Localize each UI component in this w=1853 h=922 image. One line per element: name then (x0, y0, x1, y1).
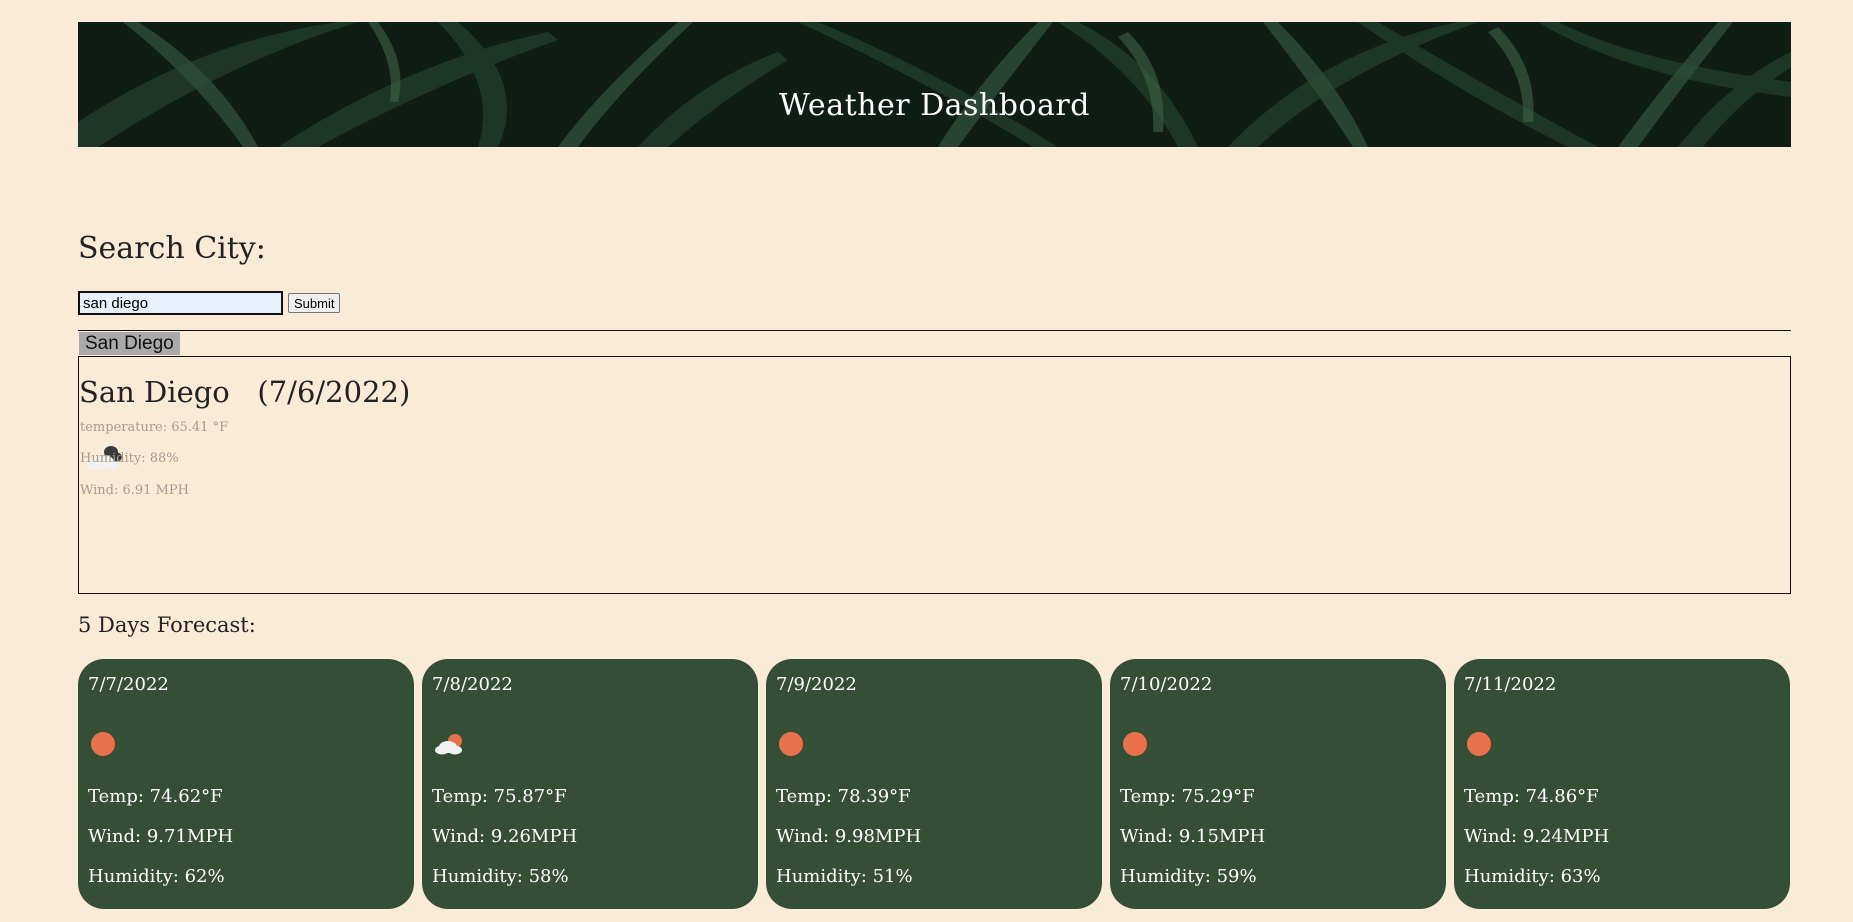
partly-cloudy-icon (435, 734, 462, 755)
forecast-date: 7/8/2022 (432, 674, 513, 695)
sun-icon (91, 732, 115, 756)
current-city-title: San Diego (7/6/2022) (79, 375, 411, 409)
banner-foliage-image (78, 22, 1791, 147)
forecast-date: 7/11/2022 (1464, 674, 1557, 695)
forecast-wind: Wind: 9.71MPH (88, 826, 234, 847)
forecast-wind: Wind: 9.26MPH (432, 826, 578, 847)
page-title: Weather Dashboard (779, 88, 1090, 123)
current-wind: Wind: 6.91 MPH (80, 483, 189, 498)
sun-icon (779, 732, 803, 756)
forecast-humidity: Humidity: 62% (88, 866, 225, 887)
forecast-card: 7/8/2022 Temp: 75.87°F Wind: 9.26MPH Hum… (422, 659, 758, 909)
current-humidity: Humidity: 88% (80, 451, 179, 466)
forecast-card: 7/9/2022 Temp: 78.39°F Wind: 9.98MPH Hum… (766, 659, 1102, 909)
current-temperature: temperature: 65.41 °F (80, 420, 229, 435)
forecast-date: 7/7/2022 (88, 674, 169, 695)
search-input[interactable] (78, 291, 283, 315)
sun-icon (1123, 732, 1147, 756)
forecast-temp: Temp: 75.87°F (432, 786, 567, 807)
forecast-label: 5 Days Forecast: (78, 613, 256, 637)
forecast-wind: Wind: 9.24MPH (1464, 826, 1610, 847)
forecast-wind: Wind: 9.15MPH (1120, 826, 1266, 847)
forecast-humidity: Humidity: 63% (1464, 866, 1601, 887)
divider (78, 330, 1791, 331)
forecast-cards: 7/7/2022 Temp: 74.62°F Wind: 9.71MPH Hum… (78, 659, 1791, 909)
sun-icon (1467, 732, 1491, 756)
forecast-humidity: Humidity: 58% (432, 866, 569, 887)
current-weather-panel: San Diego (7/6/2022) temperature: 65.41 … (78, 356, 1791, 594)
forecast-card: 7/11/2022 Temp: 74.86°F Wind: 9.24MPH Hu… (1454, 659, 1790, 909)
history-city-button[interactable]: San Diego (79, 332, 180, 355)
page: Weather Dashboard Search City: Submit Sa… (0, 0, 1853, 922)
submit-button[interactable]: Submit (288, 293, 341, 313)
header-banner: Weather Dashboard (78, 22, 1791, 147)
forecast-date: 7/10/2022 (1120, 674, 1213, 695)
forecast-wind: Wind: 9.98MPH (776, 826, 922, 847)
forecast-temp: Temp: 78.39°F (776, 786, 911, 807)
forecast-temp: Temp: 75.29°F (1120, 786, 1255, 807)
forecast-humidity: Humidity: 51% (776, 866, 913, 887)
forecast-card: 7/7/2022 Temp: 74.62°F Wind: 9.71MPH Hum… (78, 659, 414, 909)
forecast-temp: Temp: 74.62°F (88, 786, 223, 807)
forecast-temp: Temp: 74.86°F (1464, 786, 1599, 807)
forecast-date: 7/9/2022 (776, 674, 857, 695)
forecast-card: 7/10/2022 Temp: 75.29°F Wind: 9.15MPH Hu… (1110, 659, 1446, 909)
search-label: Search City: (78, 231, 266, 266)
forecast-humidity: Humidity: 59% (1120, 866, 1257, 887)
search-form: Submit (78, 291, 341, 315)
